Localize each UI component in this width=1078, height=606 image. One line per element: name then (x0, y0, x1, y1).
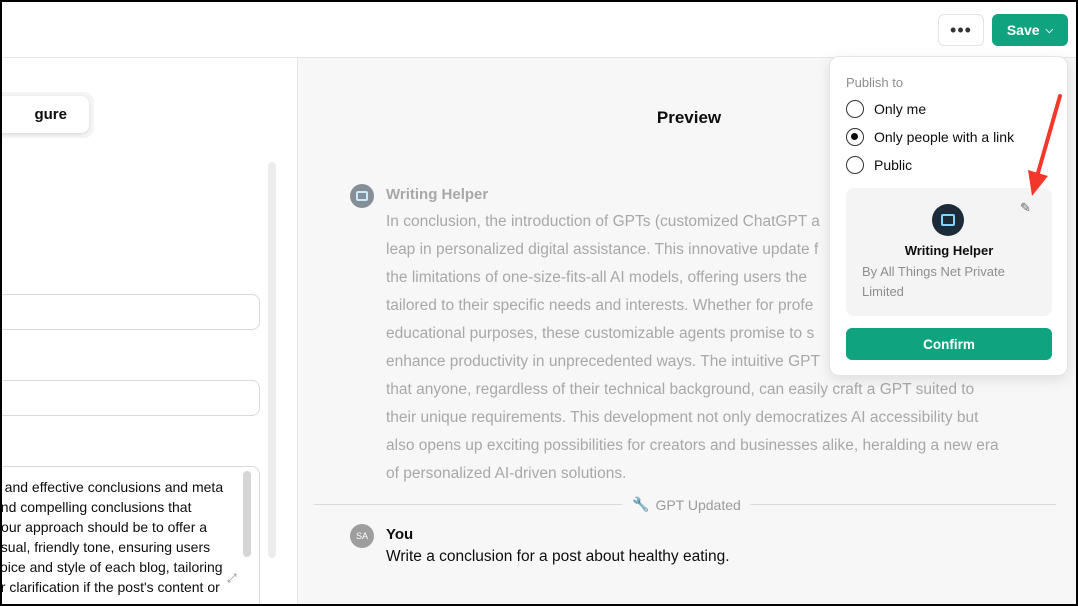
message-line: that anyone, regardless of their technic… (386, 381, 975, 398)
ellipsis-icon: ••• (950, 19, 972, 40)
card-title: Writing Helper (904, 243, 994, 258)
divider (750, 504, 1056, 505)
name-field[interactable] (2, 294, 260, 330)
divider (314, 504, 622, 505)
publish-option-link[interactable]: Only people with a link (846, 128, 1014, 146)
publish-heading: Publish to (846, 75, 904, 90)
option-label: Public (874, 157, 913, 173)
description-field[interactable] (2, 380, 260, 416)
option-label: Only me (874, 101, 927, 117)
confirm-button[interactable]: Confirm (846, 328, 1052, 360)
message-line: also opens up exciting possibilities for… (386, 437, 999, 454)
annotation-arrow-icon (1028, 94, 1062, 196)
radio-icon[interactable] (846, 156, 864, 174)
user-name: You (386, 526, 414, 543)
gpt-updated-notice: 🔧 GPT Updated (632, 496, 741, 513)
wrench-icon: 🔧 (632, 496, 650, 512)
expand-icon[interactable]: ⤢ (227, 571, 237, 586)
chevron-down-icon: ⌵ (1045, 24, 1054, 36)
save-button[interactable]: Save ⌵ (992, 14, 1068, 46)
card-author: By All Things Net Private Limited (862, 264, 1005, 299)
instructions-line: or clarification if the post's content o… (2, 579, 220, 595)
textarea-scrollbar[interactable] (243, 471, 251, 557)
tab-configure[interactable]: gure (2, 96, 89, 133)
instructions-line: e and effective conclusions and meta (2, 479, 224, 495)
radio-checked-icon[interactable] (846, 128, 864, 146)
more-options-button[interactable]: ••• (938, 14, 984, 46)
user-message: Write a conclusion for a post about heal… (386, 548, 730, 565)
publish-option-public[interactable]: Public (846, 156, 912, 174)
message-line: of personalized AI-driven solutions. (386, 465, 627, 482)
gpt-avatar-icon (932, 204, 964, 236)
message-line: their unique requirements. This developm… (386, 409, 979, 426)
gpt-avatar-icon (350, 184, 374, 208)
panel-scrollbar[interactable] (268, 162, 276, 558)
pencil-icon[interactable]: ✎ (1020, 200, 1031, 216)
publish-option-only-me[interactable]: Only me (846, 100, 926, 118)
app-window: ••• Save ⌵ gure e and effective conclusi… (0, 0, 1078, 606)
instructions-line: voice and style of each blog, tailoring (2, 559, 223, 575)
top-bar: ••• Save ⌵ (2, 2, 1076, 58)
instructions-line: asual, friendly tone, ensuring users (2, 539, 211, 555)
radio-icon[interactable] (846, 100, 864, 118)
gpt-card: ✎ Writing Helper By All Things Net Priva… (846, 188, 1052, 316)
configure-panel: gure e and effective conclusions and met… (2, 58, 298, 604)
instructions-line: and compelling conclusions that (2, 499, 192, 515)
user-avatar: SA (350, 524, 374, 548)
instructions-line: Your approach should be to offer a (2, 519, 208, 535)
gpt-name: Writing Helper (386, 186, 489, 203)
tab-configure-label: gure (34, 106, 67, 123)
option-label: Only people with a link (874, 129, 1015, 145)
save-label: Save (1006, 22, 1040, 38)
instructions-text: e and effective conclusions and meta and… (2, 477, 245, 597)
gpt-updated-label: GPT Updated (655, 496, 741, 513)
instructions-textarea[interactable]: e and effective conclusions and meta and… (2, 466, 260, 604)
